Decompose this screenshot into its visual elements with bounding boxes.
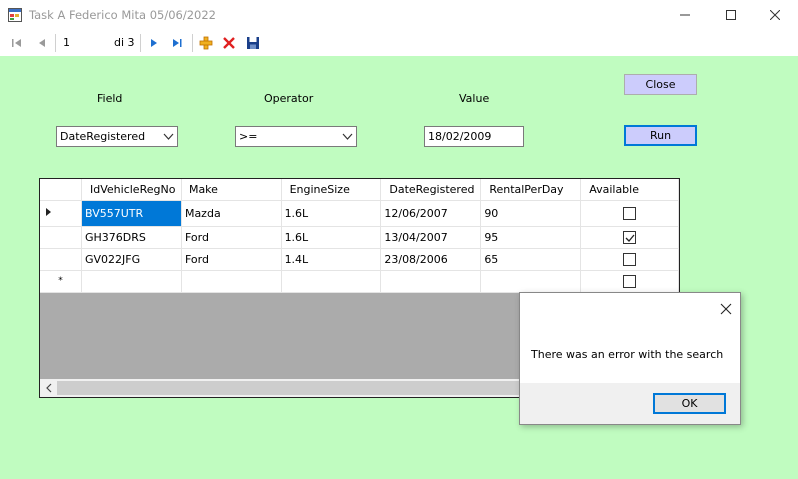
table-row[interactable]: BV557UTR Mazda 1.6L 12/06/2007 90 xyxy=(40,200,679,227)
ok-button[interactable]: OK xyxy=(653,393,726,414)
row-header[interactable] xyxy=(40,226,82,249)
grid-cell[interactable]: BV557UTR xyxy=(81,200,182,227)
minimize-button[interactable] xyxy=(662,0,708,30)
move-next-icon[interactable] xyxy=(145,34,163,52)
grid-cell[interactable]: GV022JFG xyxy=(81,248,182,271)
table-row[interactable]: GV022JFG Ford 1.4L 23/08/2006 65 xyxy=(40,248,679,271)
operator-label: Operator xyxy=(264,92,314,105)
window-title: Task A Federico Mita 05/06/2022 xyxy=(29,8,216,22)
available-checkbox[interactable] xyxy=(623,252,637,266)
grid-cell[interactable]: Mazda xyxy=(181,200,282,227)
available-cell[interactable] xyxy=(580,200,679,227)
dialog-close-button[interactable] xyxy=(718,301,734,317)
move-previous-icon[interactable] xyxy=(33,34,51,52)
grid-cell[interactable]: GH376DRS xyxy=(81,226,182,249)
save-icon[interactable] xyxy=(244,34,262,52)
toolbar-separator xyxy=(140,34,141,52)
chevron-down-icon xyxy=(163,131,174,145)
operator-combobox[interactable]: >= xyxy=(235,126,357,147)
column-header-make[interactable]: Make xyxy=(181,179,282,201)
available-checkbox[interactable] xyxy=(623,230,637,244)
add-new-icon[interactable] xyxy=(197,34,215,52)
grid-cell[interactable]: 1.6L xyxy=(281,200,382,227)
scroll-left-icon[interactable] xyxy=(42,379,56,397)
row-header[interactable] xyxy=(40,248,82,271)
new-row-marker: * xyxy=(40,270,82,293)
grid-header-row: IdVehicleRegNo Make EngineSize DateRegis… xyxy=(40,179,679,201)
field-combobox[interactable]: DateRegistered xyxy=(56,126,178,147)
column-header-enginesize[interactable]: EngineSize xyxy=(281,179,382,201)
binding-navigator: 1 di 3 xyxy=(0,30,798,56)
grid-cell[interactable]: 13/04/2007 xyxy=(380,226,482,249)
check-icon xyxy=(625,234,635,242)
position-input[interactable]: 1 xyxy=(60,33,110,53)
grid-cell[interactable]: 95 xyxy=(480,226,582,249)
value-input[interactable]: 18/02/2009 xyxy=(424,126,524,147)
table-row[interactable]: GH376DRS Ford 1.6L 13/04/2007 95 xyxy=(40,226,679,249)
available-checkbox[interactable] xyxy=(623,274,637,288)
grid-cell[interactable] xyxy=(480,270,582,293)
toolbar-separator xyxy=(192,34,193,52)
column-header-available[interactable]: Available xyxy=(580,179,679,201)
close-icon xyxy=(770,10,780,20)
dialog-footer: OK xyxy=(520,383,740,424)
column-header-rentalperday[interactable]: RentalPerDay xyxy=(480,179,582,201)
row-header-corner xyxy=(40,179,82,201)
close-icon xyxy=(720,303,732,315)
grid-cell[interactable] xyxy=(380,270,482,293)
dialog-message: There was an error with the search xyxy=(531,348,724,361)
current-row-arrow-icon xyxy=(46,207,51,216)
run-button[interactable]: Run xyxy=(624,125,697,146)
move-last-icon[interactable] xyxy=(168,34,186,52)
column-header-dateregistered[interactable]: DateRegistered xyxy=(380,179,482,201)
move-first-icon[interactable] xyxy=(8,34,26,52)
available-checkbox[interactable] xyxy=(623,206,637,220)
toolbar-separator xyxy=(55,34,56,52)
grid-cell[interactable]: 1.6L xyxy=(281,226,382,249)
title-bar: Task A Federico Mita 05/06/2022 xyxy=(0,0,798,30)
grid-cell[interactable] xyxy=(181,270,282,293)
grid-cell[interactable]: 90 xyxy=(480,200,582,227)
close-window-button[interactable] xyxy=(752,0,798,30)
row-header[interactable] xyxy=(40,200,82,227)
run-button-label: Run xyxy=(649,129,672,142)
operator-combobox-value: >= xyxy=(239,130,258,143)
maximize-button[interactable] xyxy=(708,0,754,30)
available-cell[interactable] xyxy=(580,248,679,271)
grid-cell[interactable] xyxy=(281,270,382,293)
count-label: di 3 xyxy=(114,36,135,49)
grid-cell[interactable]: Ford xyxy=(181,248,282,271)
available-cell[interactable] xyxy=(580,226,679,249)
close-button[interactable]: Close xyxy=(624,74,697,95)
delete-icon[interactable] xyxy=(220,34,238,52)
ok-button-label: OK xyxy=(681,397,698,410)
column-header-idvehicleregno[interactable]: IdVehicleRegNo xyxy=(81,179,182,201)
grid-cell[interactable]: 65 xyxy=(480,248,582,271)
available-cell[interactable] xyxy=(580,270,679,293)
grid-cell[interactable]: Ford xyxy=(181,226,282,249)
close-button-label: Close xyxy=(645,78,676,91)
maximize-icon xyxy=(726,10,736,20)
new-row[interactable]: * xyxy=(40,270,679,293)
app-icon xyxy=(8,8,22,22)
minimize-icon xyxy=(680,14,690,16)
field-label: Field xyxy=(97,92,123,105)
field-combobox-value: DateRegistered xyxy=(60,130,146,143)
error-message-dialog: There was an error with the search OK xyxy=(519,292,741,425)
value-label: Value xyxy=(459,92,490,105)
grid-cell[interactable]: 12/06/2007 xyxy=(380,200,482,227)
grid-cell[interactable] xyxy=(81,270,182,293)
grid-cell[interactable]: 23/08/2006 xyxy=(380,248,482,271)
grid-cell[interactable]: 1.4L xyxy=(281,248,382,271)
scrollbar-thumb[interactable] xyxy=(57,381,527,395)
chevron-down-icon xyxy=(342,131,353,145)
